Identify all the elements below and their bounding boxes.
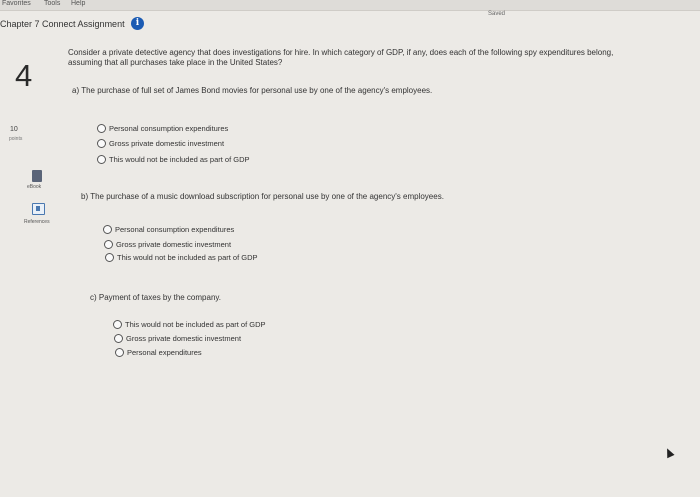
radio-button[interactable]: [105, 253, 114, 262]
part-b-option-3[interactable]: This would not be included as part of GD…: [105, 253, 258, 262]
radio-button[interactable]: [104, 240, 113, 249]
radio-button[interactable]: [103, 225, 112, 234]
option-label: Gross private domestic investment: [116, 240, 232, 249]
ebook-link[interactable]: eBook: [27, 184, 41, 190]
menu-bar: Favorites Tools Help: [0, 0, 700, 11]
question-number: 4: [15, 58, 33, 93]
option-label: Gross private domestic investment: [126, 334, 242, 343]
menu-favorites[interactable]: Favorites: [2, 0, 31, 7]
radio-button[interactable]: [113, 320, 122, 329]
page-title: Chapter 7 Connect Assignment: [0, 19, 125, 29]
points-label: points: [9, 136, 23, 142]
part-b-option-2[interactable]: Gross private domestic investment: [104, 240, 231, 249]
part-c-option-3[interactable]: Personal expenditures: [115, 348, 202, 357]
info-icon[interactable]: i: [131, 17, 144, 30]
radio-button[interactable]: [97, 155, 106, 164]
mouse-cursor-icon: [663, 446, 675, 459]
option-label: Personal expenditures: [127, 348, 202, 357]
references-icon[interactable]: [32, 203, 45, 215]
part-c-label: c) Payment of taxes by the company.: [90, 293, 222, 302]
question-prompt: Consider a private detective agency that…: [68, 48, 614, 67]
part-a-option-3[interactable]: This would not be included as part of GD…: [97, 155, 250, 164]
part-c-option-1[interactable]: This would not be included as part of GD…: [113, 320, 266, 329]
option-label: This would not be included as part of GD…: [109, 155, 250, 164]
radio-button[interactable]: [97, 124, 106, 133]
option-label: Personal consumption expenditures: [109, 124, 229, 133]
part-a-option-1[interactable]: Personal consumption expenditures: [97, 124, 228, 133]
references-link[interactable]: References: [24, 219, 50, 225]
radio-button[interactable]: [115, 348, 124, 357]
part-a-label: a) The purchase of full set of James Bon…: [72, 86, 433, 95]
option-label: Gross private domestic investment: [109, 139, 225, 148]
option-label: This would not be included as part of GD…: [117, 253, 258, 262]
saved-status: Saved: [488, 11, 506, 17]
menu-help[interactable]: Help: [71, 0, 85, 7]
part-b-label: b) The purchase of a music download subs…: [81, 192, 444, 201]
option-label: Personal consumption expenditures: [115, 225, 235, 234]
radio-button[interactable]: [114, 334, 123, 343]
part-c-option-2[interactable]: Gross private domestic investment: [114, 334, 241, 343]
option-label: This would not be included as part of GD…: [125, 320, 266, 329]
points-value: 10: [10, 126, 18, 133]
ebook-icon[interactable]: [32, 170, 42, 182]
part-a-option-2[interactable]: Gross private domestic investment: [97, 139, 224, 148]
menu-tools[interactable]: Tools: [44, 0, 60, 7]
radio-button[interactable]: [97, 139, 106, 148]
part-b-option-1[interactable]: Personal consumption expenditures: [103, 225, 234, 234]
